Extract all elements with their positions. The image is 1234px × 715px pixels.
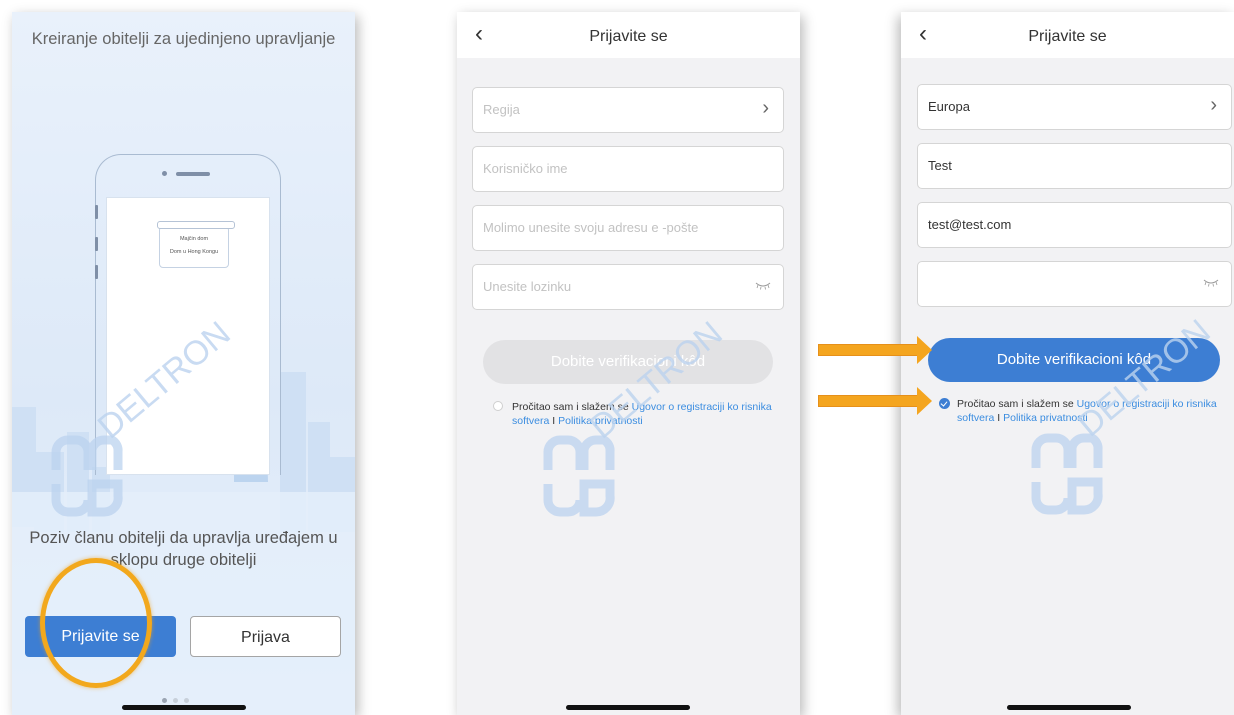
page-dot [173,698,178,703]
page-title: Prijavite se [589,28,668,45]
home-switch-card: Majčin dom Dom u Hong Kongu [157,221,235,268]
privacy-policy-link[interactable]: Politika privatnosti [1003,412,1088,424]
home-indicator [566,705,690,710]
mockup-side-button [94,265,98,279]
chevron-right-icon: › [762,97,769,119]
login-screen-filled: ‹ Prijavite se Europa › Test test@test.c… [901,12,1234,715]
sign-in-button[interactable]: Prijava [190,616,341,657]
home-indicator [1007,705,1131,710]
privacy-policy-link[interactable]: Politika privatnosti [558,415,643,427]
agree-checkbox[interactable] [493,401,503,411]
username-value: Test [928,158,952,173]
eye-closed-icon[interactable] [1203,279,1219,287]
highlight-circle [40,558,152,688]
get-verification-code-button[interactable]: Dobite verifikacioni kôd [483,340,773,384]
page-dot [162,698,167,703]
email-field[interactable]: Molimo unesite svoju adresu e -pošte [472,205,784,251]
arrow-right-icon [818,336,932,364]
mockup-camera [162,171,167,176]
get-verification-code-button[interactable]: Dobite verifikacioni kôd [928,338,1220,382]
agree-label: Pročitao sam i slažem se [957,398,1077,410]
arrow-right-icon [818,387,932,415]
username-field[interactable]: Test [917,143,1232,189]
password-placeholder: Unesite lozinku [483,279,572,294]
password-field[interactable] [917,261,1232,307]
agree-checkbox-checked[interactable] [939,398,950,409]
mockup-screen: Majčin dom Dom u Hong Kongu [106,197,270,475]
region-field[interactable]: Europa › [917,84,1232,130]
agree-separator: I [994,412,1004,424]
login-screen-empty: ‹ Prijavite se Regija › Korisničko ime M… [457,12,800,715]
region-placeholder: Regija [483,102,520,117]
home-indicator [122,705,246,710]
password-field[interactable]: Unesite lozinku [472,264,784,310]
region-value: Europa [928,99,970,114]
email-placeholder: Molimo unesite svoju adresu e -pošte [483,220,699,235]
home-card-tab [157,221,235,229]
page-title: Prijavite se [1028,28,1107,45]
page-dot [184,698,189,703]
nav-bar: ‹ Prijavite se [901,12,1234,58]
onboarding-subtitle: Poziv članu obitelji da upravlja uređaje… [29,529,338,569]
mockup-speaker [176,172,210,176]
nav-bar: ‹ Prijavite se [457,12,800,58]
username-field[interactable]: Korisničko ime [472,146,784,192]
family-onboarding-screen: Kreiranje obitelji za ujedinjeno upravlj… [12,12,355,715]
home-item: Majčin dom [179,236,209,242]
phone-mockup-illustration: Majčin dom Dom u Hong Kongu [94,154,281,475]
email-value: test@test.com [928,217,1012,232]
region-field[interactable]: Regija › [472,87,784,133]
eye-closed-icon[interactable] [755,282,771,290]
email-field[interactable]: test@test.com [917,202,1232,248]
chevron-right-icon: › [1210,94,1217,116]
mockup-side-button [94,237,98,251]
username-placeholder: Korisničko ime [483,161,568,176]
agreement-text: Pročitao sam i slažem se Ugovor o regist… [512,400,782,428]
mockup-side-button [94,205,98,219]
agree-separator: I [549,415,559,427]
agreement-text: Pročitao sam i slažem se Ugovor o regist… [957,397,1227,425]
agree-label: Pročitao sam i slažem se [512,401,632,413]
home-item: Dom u Hong Kongu [169,249,219,255]
